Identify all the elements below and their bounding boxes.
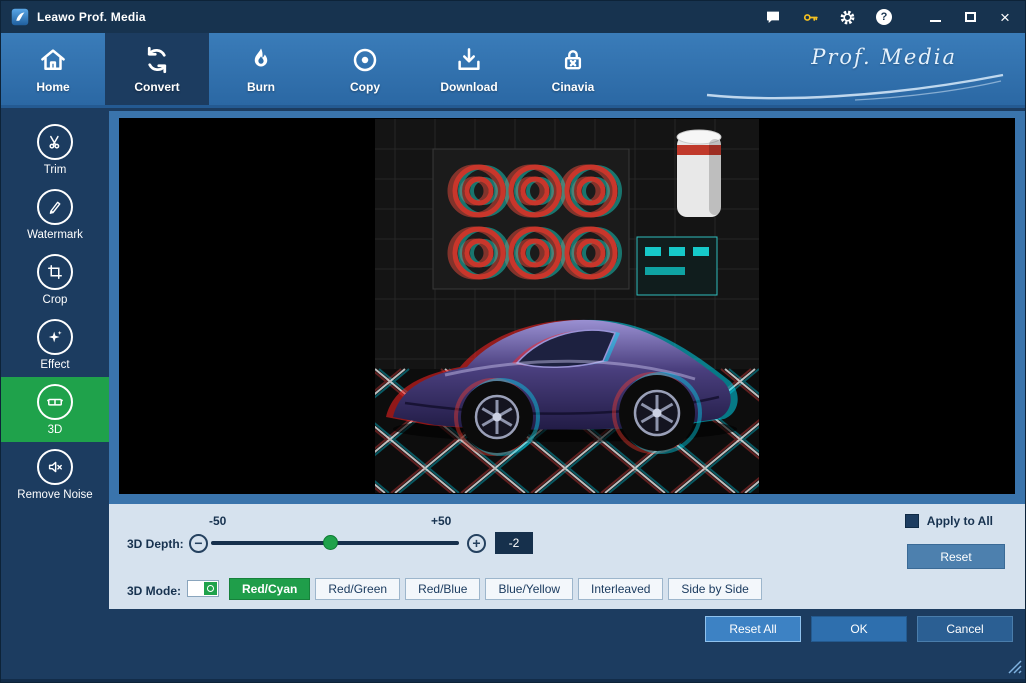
3d-mode-toggle-knob xyxy=(204,582,217,595)
toggle-ring-icon xyxy=(207,585,214,592)
effect-icon xyxy=(37,319,73,355)
sidebar-label-crop: Crop xyxy=(43,294,68,306)
apply-to-all[interactable]: Apply to All xyxy=(905,514,993,528)
video-preview xyxy=(119,118,1015,494)
close-icon: × xyxy=(1000,9,1010,26)
watermark-icon xyxy=(37,189,73,225)
minimize-icon xyxy=(930,20,941,22)
sidebar-label-effect: Effect xyxy=(40,359,69,371)
sidebar-item-remove-noise[interactable]: Remove Noise xyxy=(1,442,109,507)
mode-red-blue[interactable]: Red/Blue xyxy=(405,578,480,600)
apply-to-all-label: Apply to All xyxy=(927,514,993,528)
resize-grip[interactable] xyxy=(1008,660,1022,674)
nav-label-home: Home xyxy=(36,80,69,94)
main-nav: Home Convert Burn Copy Dow xyxy=(1,33,1025,108)
trim-icon xyxy=(37,124,73,160)
sidebar-item-effect[interactable]: Effect xyxy=(1,312,109,377)
maximize-icon xyxy=(965,12,976,22)
burn-icon xyxy=(246,45,276,75)
register-key-icon[interactable] xyxy=(800,7,820,27)
cancel-button[interactable]: Cancel xyxy=(917,616,1013,642)
copy-disc-icon xyxy=(350,45,380,75)
convert-icon xyxy=(142,45,172,75)
help-icon[interactable]: ? xyxy=(874,7,894,27)
close-button[interactable]: × xyxy=(995,7,1015,27)
sidebar-label-trim: Trim xyxy=(44,164,67,176)
nav-tab-convert[interactable]: Convert xyxy=(105,33,209,105)
anaglyph-car-image xyxy=(375,119,759,493)
ok-button[interactable]: OK xyxy=(811,616,907,642)
nav-tab-home[interactable]: Home xyxy=(1,33,105,105)
help-glyph: ? xyxy=(876,9,892,25)
sidebar-item-watermark[interactable]: Watermark xyxy=(1,182,109,247)
download-icon xyxy=(454,45,484,75)
depth-label: 3D Depth: xyxy=(127,537,184,551)
nav-label-convert: Convert xyxy=(134,80,179,94)
nav-tab-burn[interactable]: Burn xyxy=(209,33,313,105)
app-logo-icon xyxy=(11,8,29,26)
nav-tab-download[interactable]: Download xyxy=(417,33,521,105)
cinavia-lock-icon xyxy=(558,45,588,75)
preview-stage xyxy=(109,111,1025,504)
mode-interleaved[interactable]: Interleaved xyxy=(578,578,663,600)
nav-tab-cinavia[interactable]: Cinavia xyxy=(521,33,625,105)
3d-mode-toggle[interactable] xyxy=(187,580,219,597)
3d-settings-panel: 3D Depth: − -50 +50 + -2 Apply to All Re… xyxy=(109,504,1025,611)
depth-slider-handle[interactable] xyxy=(323,535,338,550)
mode-options: Red/Cyan Red/Green Red/Blue Blue/Yellow … xyxy=(229,578,762,600)
brand-logo-text: Prof. Media xyxy=(811,45,957,69)
3d-glasses-icon xyxy=(37,384,73,420)
window-title: Leawo Prof. Media xyxy=(37,10,146,24)
mode-red-cyan[interactable]: Red/Cyan xyxy=(229,578,310,600)
nav-label-copy: Copy xyxy=(350,80,380,94)
nav-tab-copy[interactable]: Copy xyxy=(313,33,417,105)
depth-decrease-button[interactable]: − xyxy=(189,534,208,553)
nav-label-cinavia: Cinavia xyxy=(552,80,595,94)
sidebar-item-crop[interactable]: Crop xyxy=(1,247,109,312)
depth-increase-button[interactable]: + xyxy=(467,534,486,553)
reset-all-button[interactable]: Reset All xyxy=(705,616,801,642)
sidebar-label-watermark: Watermark xyxy=(27,229,83,241)
depth-max-label: +50 xyxy=(431,514,451,528)
sidebar-item-3d[interactable]: 3D xyxy=(1,377,109,442)
maximize-button[interactable] xyxy=(960,7,980,27)
brand-logo: Prof. Media xyxy=(705,37,1005,101)
mode-blue-yellow[interactable]: Blue/Yellow xyxy=(485,578,573,600)
feedback-icon[interactable] xyxy=(763,7,783,27)
sidebar-label-3d: 3D xyxy=(48,424,63,436)
sidebar-item-trim[interactable]: Trim xyxy=(1,117,109,182)
app-window: Leawo Prof. Media ? × xyxy=(0,0,1026,683)
remove-noise-icon xyxy=(37,449,73,485)
footer-bar: Reset All OK Cancel xyxy=(1,609,1025,682)
reset-button[interactable]: Reset xyxy=(907,544,1005,569)
sidebar-label-remove-noise: Remove Noise xyxy=(17,489,92,501)
apply-to-all-checkbox[interactable] xyxy=(905,514,919,528)
mode-label: 3D Mode: xyxy=(127,584,181,598)
titlebar[interactable]: Leawo Prof. Media ? × xyxy=(1,1,1025,33)
brand-logo-swoosh xyxy=(705,73,1005,101)
crop-icon xyxy=(37,254,73,290)
depth-value: -2 xyxy=(495,532,533,554)
mode-red-green[interactable]: Red/Green xyxy=(315,578,400,600)
depth-min-label: -50 xyxy=(209,514,226,528)
edit-sidebar: Trim Watermark Crop xyxy=(1,111,109,609)
mode-side-by-side[interactable]: Side by Side xyxy=(668,578,761,600)
nav-label-download: Download xyxy=(440,80,497,94)
minimize-button[interactable] xyxy=(925,7,945,27)
settings-gear-icon[interactable] xyxy=(837,7,857,27)
nav-label-burn: Burn xyxy=(247,80,275,94)
home-icon xyxy=(38,45,68,75)
